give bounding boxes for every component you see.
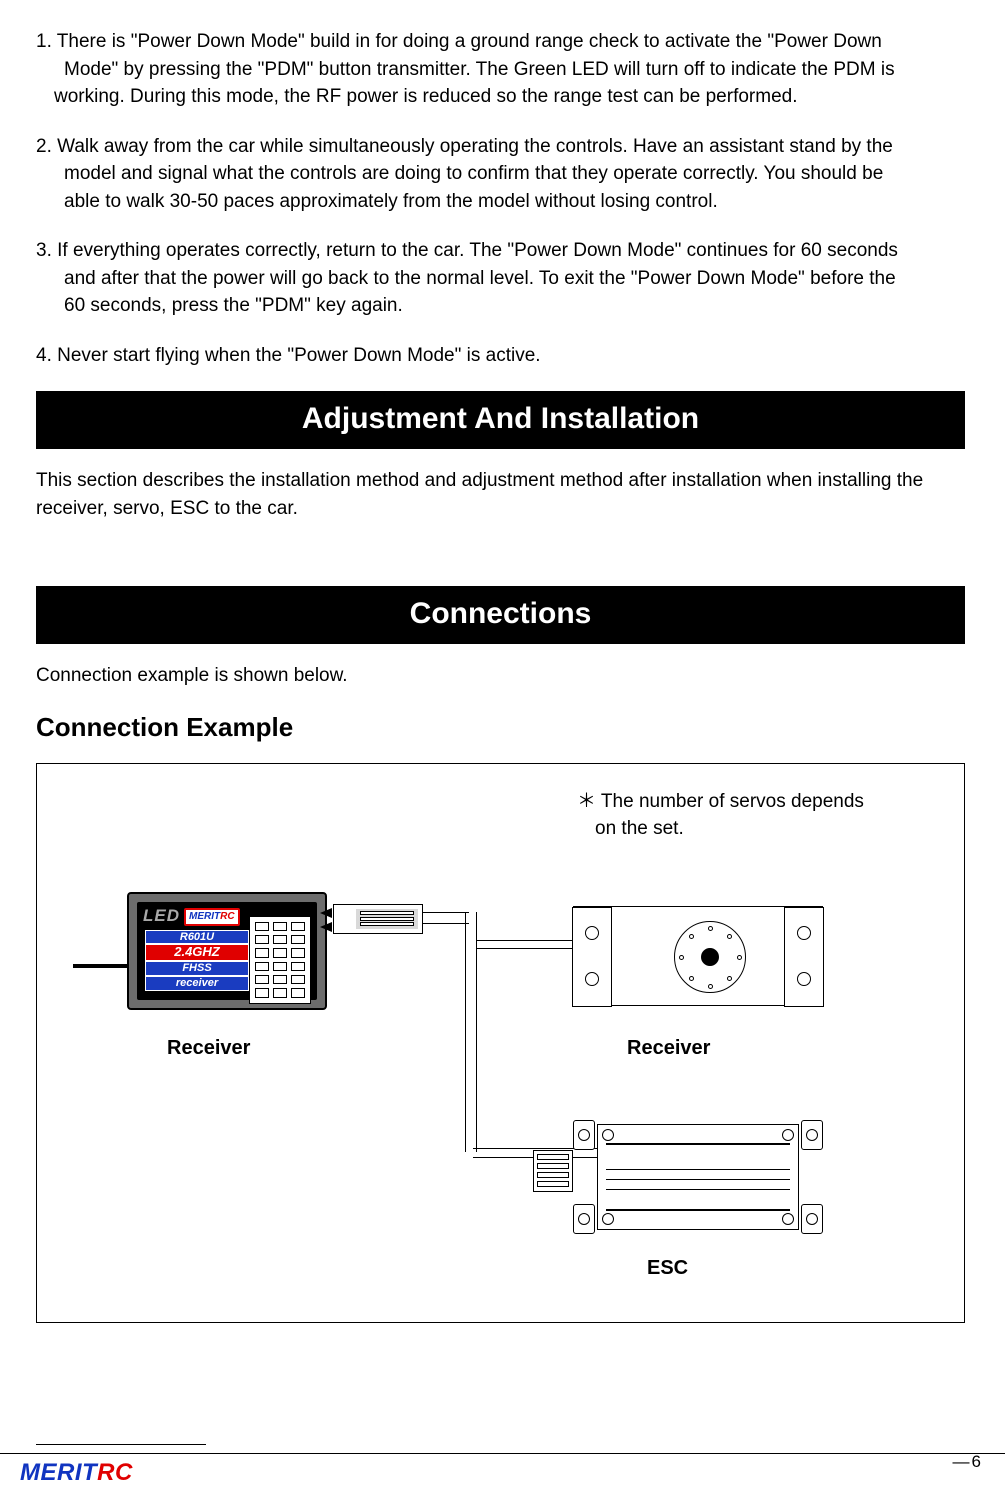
footer-brand: MERITRC: [20, 1456, 133, 1491]
servo-mount: [572, 907, 612, 1007]
list-num: 1.: [36, 31, 52, 52]
page-num-value: 6: [972, 1452, 981, 1471]
section-intro: This section describes the installation …: [36, 467, 965, 522]
wire: [465, 912, 477, 1152]
list-body: Walk away from the car while simultaneou…: [57, 136, 893, 157]
esc-mount: [801, 1204, 823, 1234]
list-cont: model and signal what the controls are d…: [36, 160, 965, 188]
note-line2: on the set.: [577, 815, 864, 843]
receiver-face: LED MERITRC R601U 2.4GHZ FHSS receiver 1…: [137, 902, 317, 1000]
diagram-note: ＊ The number of servos depends on the se…: [577, 788, 864, 843]
esc-mount: [801, 1120, 823, 1150]
servo-unit: [573, 906, 823, 1006]
page-dash: —: [953, 1452, 968, 1471]
page-footer: MERITRC —6: [0, 1453, 1005, 1493]
servo-horn: [674, 921, 746, 993]
pin-header: [249, 916, 311, 1004]
esc-body: [597, 1124, 799, 1230]
note-line1: ＊ The number of servos depends: [577, 788, 864, 816]
esc-unit: [573, 1112, 823, 1242]
servo-caption: Receiver: [627, 1034, 710, 1063]
list-item-1: 1. There is "Power Down Mode" build in f…: [36, 28, 965, 111]
list-num: 3.: [36, 240, 52, 261]
mount-hole: [585, 972, 599, 986]
page-number: —6: [953, 1450, 981, 1475]
servo-plug: [333, 904, 423, 934]
brand-rc: RC: [220, 911, 234, 922]
connection-example-heading: Connection Example: [36, 709, 965, 747]
list-num: 2.: [36, 136, 52, 157]
list-item-3: 3. If everything operates correctly, ret…: [36, 237, 965, 320]
rx-model: R601U: [145, 930, 249, 945]
brand-rc: RC: [97, 1459, 133, 1486]
list-item-2: 2. Walk away from the car while simultan…: [36, 133, 965, 216]
connection-diagram: ＊ The number of servos depends on the se…: [36, 763, 965, 1323]
list-cont2: working. During this mode, the RF power …: [36, 83, 965, 111]
mount-hole: [585, 926, 599, 940]
receiver-unit: LED MERITRC R601U 2.4GHZ FHSS receiver 1…: [127, 892, 327, 1010]
rx-freq: 2.4GHZ: [145, 944, 249, 961]
servo-mount: [784, 907, 824, 1007]
screw-icon: [782, 1213, 794, 1225]
section-banner-adjustment: Adjustment And Installation: [36, 391, 965, 449]
mount-hole: [797, 926, 811, 940]
mount-hole: [797, 972, 811, 986]
list-item-4: 4. Never start flying when the "Power Do…: [36, 342, 965, 370]
section-banner-connections: Connections: [36, 586, 965, 644]
brand-main: MERIT: [189, 911, 220, 922]
esc-mount: [573, 1120, 595, 1150]
receiver-header: LED MERITRC: [143, 906, 247, 928]
list-body: If everything operates correctly, return…: [57, 240, 898, 261]
led-label: LED: [143, 904, 180, 929]
receiver-labels: R601U 2.4GHZ FHSS receiver: [145, 930, 249, 991]
list-body: There is "Power Down Mode" build in for …: [57, 31, 882, 52]
wire: [423, 912, 469, 924]
plug-slots: [356, 909, 418, 929]
rx-mode: FHSS: [145, 961, 249, 976]
rx-type: receiver: [145, 976, 249, 991]
list-cont2: able to walk 30-50 paces approximately f…: [36, 188, 965, 216]
screw-icon: [782, 1129, 794, 1141]
connections-intro: Connection example is shown below.: [36, 662, 965, 690]
list-cont2: 60 seconds, press the "PDM" key again.: [36, 292, 965, 320]
antenna-wire: [73, 964, 129, 968]
esc-mount: [573, 1204, 595, 1234]
list-body: Never start flying when the "Power Down …: [57, 345, 540, 366]
esc-caption: ESC: [647, 1254, 688, 1283]
receiver-caption: Receiver: [167, 1034, 250, 1063]
footer-rule: [36, 1444, 206, 1445]
screw-icon: [602, 1213, 614, 1225]
screw-icon: [602, 1129, 614, 1141]
esc-connector: [533, 1150, 573, 1192]
brand-main: MERIT: [20, 1459, 97, 1486]
brand-badge: MERITRC: [184, 908, 240, 927]
list-cont: Mode" by pressing the "PDM" button trans…: [36, 56, 965, 84]
list-cont: and after that the power will go back to…: [36, 265, 965, 293]
list-num: 4.: [36, 345, 52, 366]
